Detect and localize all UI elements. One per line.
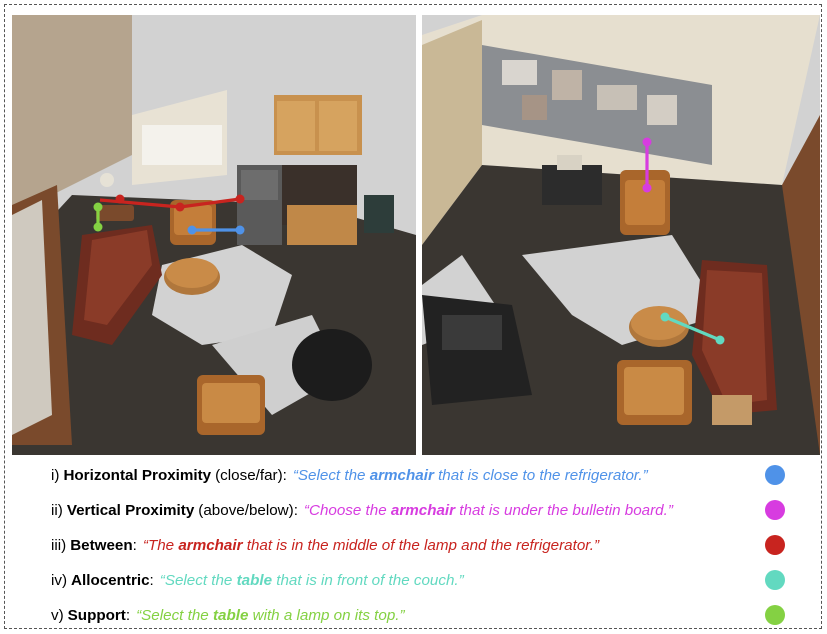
relation-qualifier: (close/far): bbox=[215, 466, 287, 484]
figure-frame: i) Horizontal Proximity (close/far): “Se… bbox=[4, 4, 822, 629]
color-swatch-horizontal bbox=[765, 465, 785, 485]
relation-qualifier: : bbox=[125, 606, 131, 624]
legend-row-between: iii) Between : “The armchair that is in … bbox=[51, 530, 811, 560]
legend-row-horizontal: i) Horizontal Proximity (close/far): “Se… bbox=[51, 460, 811, 490]
query-suffix: that is close to the refrigerator.” bbox=[433, 466, 648, 484]
legend-row-support: v) Support : “Select the table with a la… bbox=[51, 600, 811, 630]
example-query: “Select the armchair that is close to th… bbox=[293, 467, 648, 484]
relation-name: Horizontal Proximity bbox=[63, 466, 212, 484]
query-prefix: “Select the bbox=[136, 606, 213, 624]
row-number: iii) bbox=[51, 536, 67, 554]
scene-left-illustration bbox=[12, 15, 416, 455]
relation-name: Allocentric bbox=[71, 571, 150, 589]
query-target-object: table bbox=[236, 571, 273, 589]
query-target-object: armchair bbox=[178, 536, 243, 554]
relation-qualifier: : bbox=[149, 571, 154, 589]
query-suffix: that is in front of the couch.” bbox=[272, 571, 464, 589]
query-target-object: table bbox=[212, 606, 249, 624]
query-prefix: “Select the bbox=[159, 571, 237, 589]
row-number: ii) bbox=[51, 501, 63, 519]
row-number: i) bbox=[51, 466, 60, 484]
row-number: iv) bbox=[51, 571, 68, 589]
row-number: v) bbox=[51, 606, 64, 624]
query-target-object: armchair bbox=[390, 501, 456, 519]
query-prefix: “The bbox=[142, 536, 179, 554]
example-query: “Choose the armchair that is under the b… bbox=[304, 502, 673, 519]
legend-row-allocentric: iv) Allocentric : “Select the table that… bbox=[51, 565, 811, 595]
query-suffix: that is under the bulletin board.” bbox=[455, 501, 673, 519]
color-swatch-support bbox=[765, 605, 785, 625]
example-query: “Select the table that is in front of th… bbox=[160, 572, 464, 589]
color-swatch-allocentric bbox=[765, 570, 785, 590]
scene-right-illustration bbox=[422, 15, 820, 455]
relation-qualifier: : bbox=[132, 536, 137, 554]
relation-qualifier: (above/below): bbox=[198, 501, 298, 519]
query-suffix: with a lamp on its top.” bbox=[248, 606, 405, 624]
color-swatch-vertical bbox=[765, 500, 785, 520]
legend-row-vertical: ii) Vertical Proximity (above/below): “C… bbox=[51, 495, 811, 525]
scene-right-render bbox=[422, 15, 820, 455]
query-prefix: “Select the bbox=[292, 466, 370, 484]
query-prefix: “Choose the bbox=[303, 501, 391, 519]
query-suffix: that is in the middle of the lamp and th… bbox=[242, 536, 600, 554]
scene-left-render bbox=[12, 15, 416, 455]
color-swatch-between bbox=[765, 535, 785, 555]
relation-name: Between bbox=[70, 536, 133, 554]
relation-name: Vertical Proximity bbox=[66, 501, 195, 519]
relation-name: Support bbox=[67, 606, 126, 624]
query-target-object: armchair bbox=[369, 466, 434, 484]
example-query: “Select the table with a lamp on its top… bbox=[136, 607, 404, 624]
example-query: “The armchair that is in the middle of t… bbox=[143, 537, 599, 554]
